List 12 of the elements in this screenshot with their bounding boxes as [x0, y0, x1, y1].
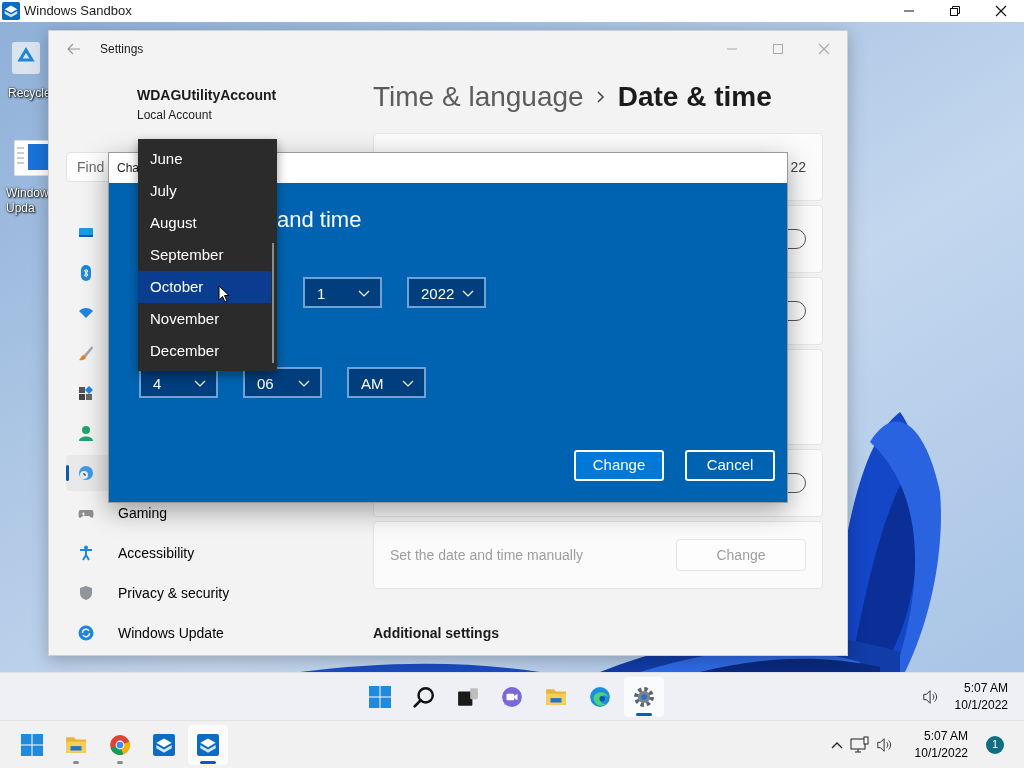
dialog-title: Cha: [117, 160, 139, 177]
card-label: Set the date and time manually: [390, 545, 583, 565]
window-title: Windows Sandbox: [24, 2, 132, 21]
account-name: WDAGUtilityAccount: [137, 86, 278, 105]
window-title: Settings: [100, 41, 144, 58]
account-type: Local Account: [137, 107, 213, 124]
section-heading: Additional settings: [373, 624, 500, 643]
icon-label: Window: [6, 186, 49, 201]
card-text: 22: [790, 157, 806, 177]
page-title: Date & time: [617, 80, 772, 114]
dialog-heading: and time: [277, 206, 363, 234]
icon-label: Upda: [6, 201, 35, 216]
